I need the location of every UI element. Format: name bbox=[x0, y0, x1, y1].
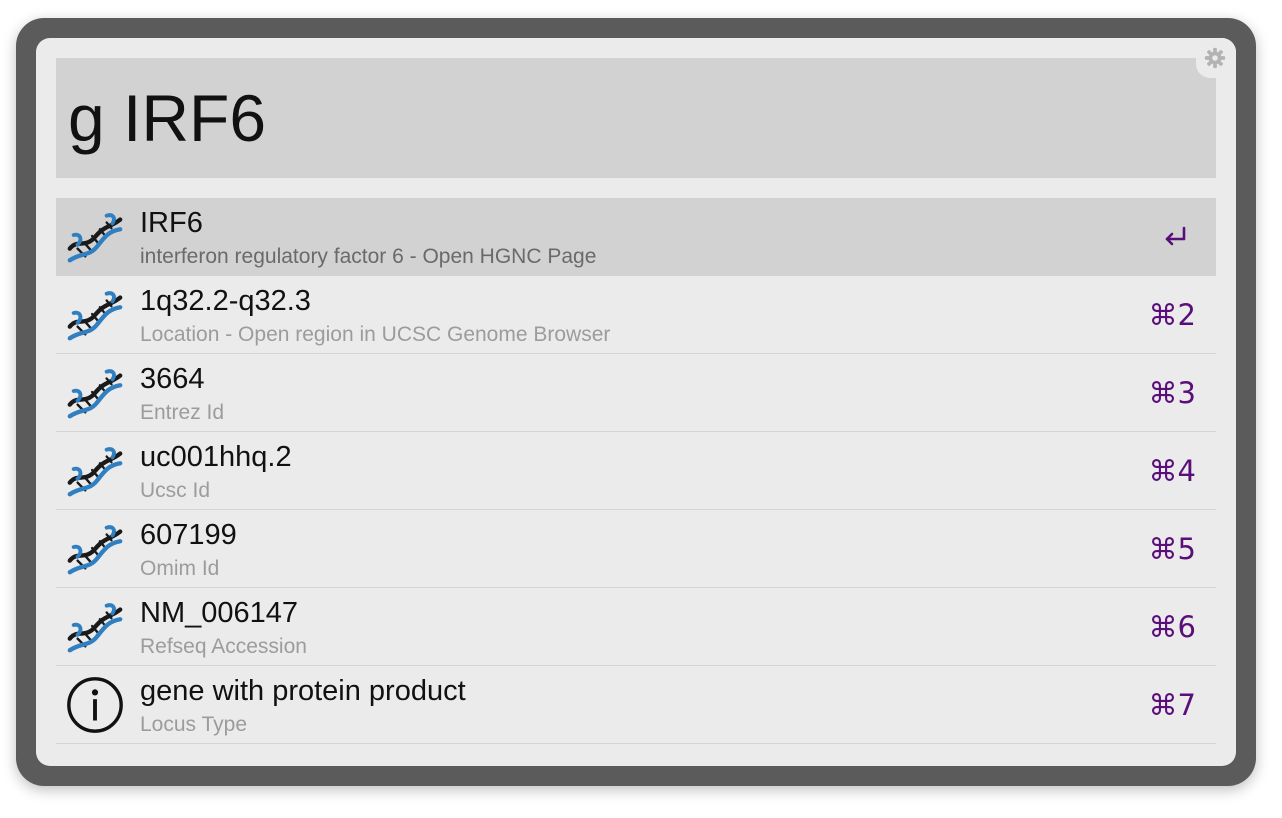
dna-icon bbox=[64, 284, 126, 346]
dna-icon bbox=[64, 518, 126, 580]
result-subtitle: Entrez Id bbox=[140, 401, 225, 424]
shortcut-label: ⌘4 bbox=[1148, 454, 1196, 488]
search-input[interactable] bbox=[68, 58, 1188, 178]
result-row-omim-id[interactable]: 607199 Omim Id ⌘5 bbox=[56, 510, 1216, 588]
result-subtitle: Location - Open region in UCSC Genome Br… bbox=[140, 323, 611, 346]
return-key-icon bbox=[1165, 226, 1186, 246]
result-title: uc001hhq.2 bbox=[140, 441, 292, 473]
dna-icon bbox=[64, 596, 126, 658]
shortcut-label: ⌘3 bbox=[1148, 376, 1196, 410]
search-bar bbox=[56, 58, 1216, 178]
result-title: gene with protein product bbox=[140, 675, 466, 707]
result-row-gene-symbol[interactable]: IRF6 interferon regulatory factor 6 - Op… bbox=[56, 198, 1216, 276]
result-title: 3664 bbox=[140, 363, 205, 395]
result-subtitle: interferon regulatory factor 6 - Open HG… bbox=[140, 245, 597, 268]
result-row-entrez-id[interactable]: 3664 Entrez Id ⌘3 bbox=[56, 354, 1216, 432]
result-title: 1q32.2-q32.3 bbox=[140, 285, 311, 317]
result-row-refseq-accession[interactable]: NM_006147 Refseq Accession ⌘6 bbox=[56, 588, 1216, 666]
result-row-ucsc-id[interactable]: uc001hhq.2 Ucsc Id ⌘4 bbox=[56, 432, 1216, 510]
result-row-location[interactable]: 1q32.2-q32.3 Location - Open region in U… bbox=[56, 276, 1216, 354]
shortcut-label: ⌘5 bbox=[1148, 532, 1196, 566]
shortcut-label: ⌘2 bbox=[1148, 298, 1196, 332]
results-list: IRF6 interferon regulatory factor 6 - Op… bbox=[56, 198, 1216, 744]
gear-icon bbox=[1204, 47, 1226, 69]
result-subtitle: Omim Id bbox=[140, 557, 220, 580]
result-row-locus-type[interactable]: gene with protein product Locus Type ⌘7 bbox=[56, 666, 1216, 744]
dna-icon bbox=[64, 206, 126, 268]
result-subtitle: Locus Type bbox=[140, 713, 248, 736]
launcher-panel: IRF6 interferon regulatory factor 6 - Op… bbox=[36, 38, 1236, 766]
result-title: NM_006147 bbox=[140, 597, 298, 629]
result-subtitle: Ucsc Id bbox=[140, 479, 211, 502]
result-subtitle: Refseq Accession bbox=[140, 635, 307, 658]
result-title: IRF6 bbox=[140, 207, 203, 239]
shortcut-label: ⌘6 bbox=[1148, 610, 1196, 644]
result-title: 607199 bbox=[140, 519, 237, 551]
launcher-window-frame: IRF6 interferon regulatory factor 6 - Op… bbox=[16, 18, 1256, 786]
dna-icon bbox=[64, 440, 126, 502]
dna-icon bbox=[64, 362, 126, 424]
info-icon bbox=[67, 677, 123, 733]
shortcut-label: ⌘7 bbox=[1148, 688, 1196, 722]
settings-button[interactable] bbox=[1196, 38, 1236, 78]
